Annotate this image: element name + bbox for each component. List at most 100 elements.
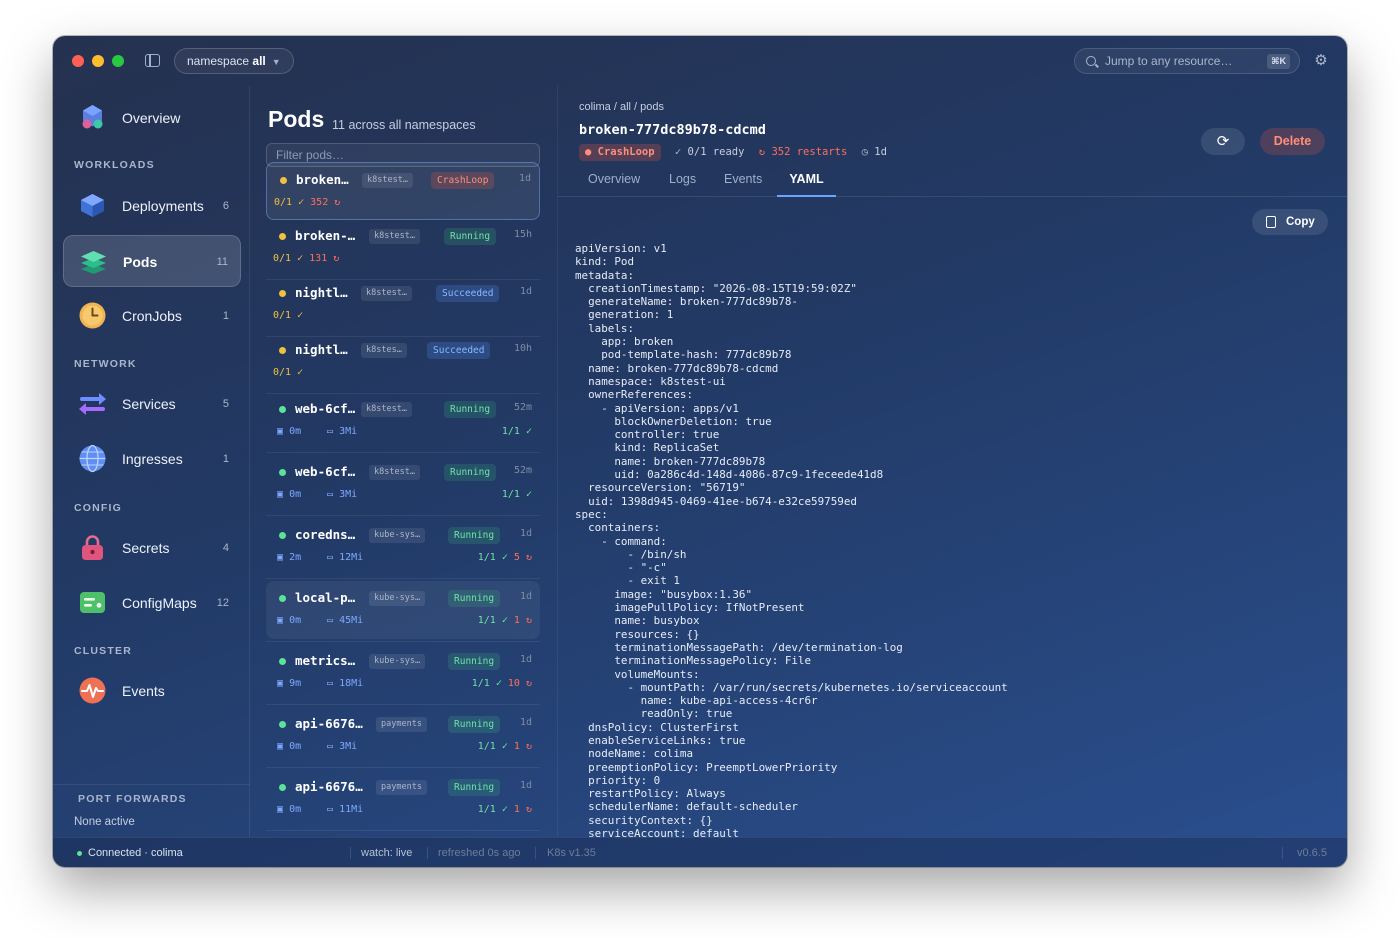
pod-card[interactable]: broken… k8stest… CrashLoop 1d 0/1 ✓ 352 ↻ bbox=[266, 162, 540, 220]
sidebar-item-overview[interactable]: Overview bbox=[63, 92, 241, 144]
pod-metrics-row: 0/1 ✓ bbox=[273, 309, 532, 323]
pod-name: local-p… bbox=[295, 590, 356, 605]
pod-age: 1d bbox=[519, 591, 532, 602]
gear-icon[interactable]: ⚙ bbox=[1313, 53, 1329, 69]
restart-icon: ↻ bbox=[525, 804, 532, 815]
close-window-button[interactable] bbox=[72, 55, 84, 67]
check-circle-icon: ✓ bbox=[298, 197, 305, 208]
pod-card[interactable]: api-6676… payments Running 1d ▣ 0m ▭ 3Mi 1/1 ✓… bbox=[266, 707, 540, 765]
memory-usage: ▭ 45Mi bbox=[327, 614, 363, 628]
memory-value: 3Mi bbox=[339, 741, 358, 752]
pod-card[interactable]: nightl… k8stes… Succeeded 10h 0/1 ✓ bbox=[266, 333, 540, 391]
pod-namespace-badge: k8stest… bbox=[361, 402, 412, 417]
copy-button[interactable]: Copy bbox=[1252, 209, 1328, 235]
tab-overview[interactable]: Overview bbox=[588, 172, 640, 197]
section-cluster: CLUSTER bbox=[74, 645, 132, 657]
pod-card[interactable]: nightl… k8stest… Succeeded 1d 0/1 ✓ bbox=[266, 276, 540, 334]
pod-age: 1d bbox=[519, 286, 532, 297]
sidebar-label-overview: Overview bbox=[122, 110, 181, 126]
pod-metrics-row: 0/1 ✓ bbox=[273, 366, 532, 380]
divider bbox=[266, 515, 540, 516]
pod-ready-restarts: 0/1 ✓ bbox=[273, 310, 303, 321]
sidebar-label: Events bbox=[122, 683, 165, 699]
cpu-icon: ▣ bbox=[277, 552, 284, 563]
pod-name: api-6676… bbox=[295, 779, 363, 794]
check-circle-icon: ✓ bbox=[674, 146, 682, 158]
pod-meta-row: ● CrashLoop ✓ 0/1 ready ↻ 352 restarts ◷… bbox=[579, 144, 887, 161]
pod-age: 1d bbox=[518, 173, 531, 184]
memory-value: 45Mi bbox=[339, 615, 364, 626]
cpu-usage: ▣ 0m bbox=[277, 488, 301, 502]
pod-age: 10h bbox=[513, 343, 532, 354]
pod-card[interactable]: web-6cf… k8stest… Running 52m ▣ 0m ▭ 3Mi 1/1 ✓ bbox=[266, 455, 540, 513]
refresh-button[interactable]: ⟳ bbox=[1201, 128, 1245, 155]
pod-card[interactable]: broken-… k8stest… Running 15h 0/1 ✓ 131 ↻ bbox=[266, 219, 540, 277]
ready-count: 0/1 bbox=[273, 253, 292, 264]
pod-age: 52m bbox=[513, 402, 532, 413]
divider bbox=[266, 578, 540, 579]
sidebar-item-secrets[interactable]: Secrets 4 bbox=[63, 522, 241, 574]
sidebar-toggle-icon[interactable] bbox=[145, 54, 160, 67]
pod-status-badge: Running bbox=[444, 464, 497, 481]
pods-subtitle: 11 across all namespaces bbox=[332, 118, 476, 132]
pod-card[interactable]: metrics… kube-sys… Running 1d ▣ 9m ▭ 18Mi 1/1 … bbox=[266, 644, 540, 702]
pod-status-badge: Running bbox=[448, 653, 501, 670]
pod-card[interactable]: web-6cf… k8stest… Running 52m ▣ 0m ▭ 3Mi 1/1 ✓ bbox=[266, 392, 540, 450]
copy-label: Copy bbox=[1286, 216, 1315, 228]
divider bbox=[1282, 847, 1283, 859]
status-badge-label: CrashLoop bbox=[597, 146, 655, 158]
tab-events[interactable]: Events bbox=[724, 172, 762, 197]
sidebar-item-events[interactable]: Events bbox=[63, 665, 241, 717]
pod-metrics-row: ▣ 0m ▭ 11Mi 1/1 ✓ 1 ↻ bbox=[273, 803, 532, 817]
layers-icon bbox=[81, 251, 106, 274]
divider bbox=[266, 830, 540, 831]
section-workloads: WORKLOADS bbox=[74, 159, 155, 171]
cube-icon bbox=[81, 194, 104, 217]
restart-icon: ↻ bbox=[525, 552, 532, 563]
tab-yaml[interactable]: YAML bbox=[777, 172, 836, 197]
pod-status-dot bbox=[279, 658, 286, 665]
cpu-usage: ▣ 9m bbox=[277, 677, 301, 691]
yaml-viewer[interactable]: apiVersion: v1 kind: Pod metadata: creat… bbox=[575, 242, 1335, 837]
pod-status-badge: Running bbox=[448, 527, 501, 544]
pod-card[interactable]: local-p… kube-sys… Running 1d ▣ 0m ▭ 45Mi 1/1 … bbox=[266, 581, 540, 639]
pod-status-badge: CrashLoop bbox=[431, 172, 495, 189]
cpu-usage: ▣ 0m bbox=[277, 740, 301, 754]
pod-ready-restarts: 1/1 ✓ 1 ↻ bbox=[478, 803, 532, 817]
tab-logs[interactable]: Logs bbox=[669, 172, 696, 197]
title-bar: namespace all ▼ Jump to any resource… ⌘K … bbox=[53, 36, 1347, 86]
restart-icon: ↻ bbox=[525, 741, 532, 752]
check-circle-icon: ✓ bbox=[501, 615, 508, 626]
cpu-value: 0m bbox=[289, 489, 302, 500]
divider bbox=[266, 767, 540, 768]
pod-namespace-badge: k8stest… bbox=[369, 465, 420, 480]
watch-status: watch: live bbox=[361, 847, 413, 859]
sidebar-item-ingresses[interactable]: Ingresses 1 bbox=[63, 433, 241, 485]
check-circle-icon: ✓ bbox=[297, 310, 304, 321]
pod-card[interactable]: coredns… kube-sys… Running 1d ▣ 2m ▭ 12Mi 1/1 … bbox=[266, 518, 540, 576]
pod-card[interactable]: api-6676… payments Running 1d ▣ 0m ▭ 11Mi 1/1 … bbox=[266, 770, 540, 828]
sidebar-item-services[interactable]: Services 5 bbox=[63, 378, 241, 430]
sidebar-item-configmaps[interactable]: ConfigMaps 12 bbox=[63, 577, 241, 629]
restart-count: 10 bbox=[507, 678, 520, 689]
sidebar-item-pods[interactable]: Pods 11 bbox=[63, 235, 241, 287]
delete-button[interactable]: Delete bbox=[1260, 128, 1325, 155]
minimize-window-button[interactable] bbox=[92, 55, 104, 67]
sidebar-item-deployments[interactable]: Deployments 6 bbox=[63, 180, 241, 232]
sidebar-count: 4 bbox=[222, 542, 229, 554]
check-circle-icon: ✓ bbox=[297, 367, 304, 378]
memory-icon: ▭ bbox=[327, 489, 334, 500]
ready-count: 1/1 bbox=[501, 426, 520, 437]
zoom-window-button[interactable] bbox=[112, 55, 124, 67]
memory-icon: ▭ bbox=[327, 678, 334, 689]
pod-namespace-badge: payments bbox=[376, 780, 427, 795]
sidebar-item-cronjobs[interactable]: CronJobs 1 bbox=[63, 290, 241, 342]
check-circle-icon: ✓ bbox=[525, 426, 532, 437]
namespace-select[interactable]: namespace all ▼ bbox=[174, 48, 294, 74]
refresh-icon: ⟳ bbox=[1216, 133, 1230, 150]
check-circle-icon: ✓ bbox=[297, 253, 304, 264]
pod-status-dot bbox=[279, 406, 286, 413]
jump-to-resource-input[interactable]: Jump to any resource… ⌘K bbox=[1074, 48, 1300, 74]
pod-status-badge: Running bbox=[448, 590, 501, 607]
check-circle-icon: ✓ bbox=[501, 741, 508, 752]
